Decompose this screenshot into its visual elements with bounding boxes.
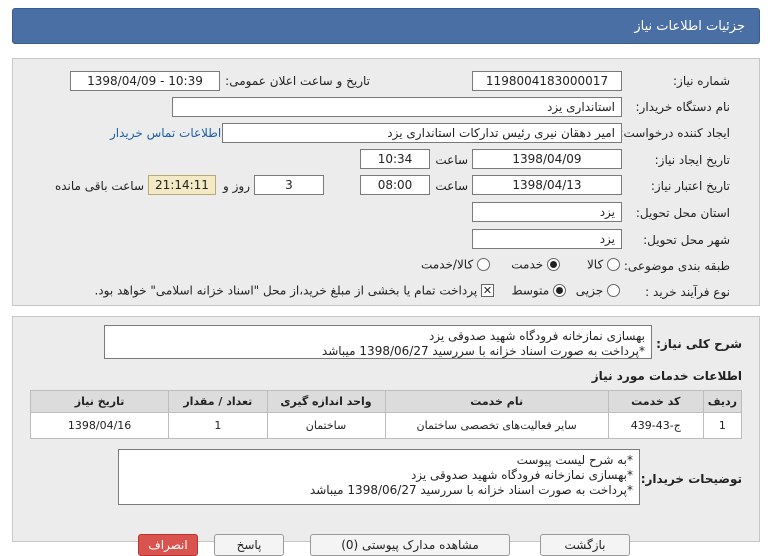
province-field: یزد [472,202,622,222]
buyer-notes-textarea: *به شرح لیست پیوست *بهسازی نمازخانه فرود… [118,449,640,505]
created-time-field: 10:34 [360,149,430,169]
valid-time-label: ساعت [435,179,468,193]
services-header-row: ردیف کد خدمت نام خدمت واحد اندازه گیری ت… [29,390,743,413]
view-attachments-button[interactable]: مشاهده مدارک پیوستی (0) [310,534,510,556]
process-option-minor[interactable]: جزیی [576,283,620,298]
cell-name: سایر فعالیت‌های تخصصی ساختمان [384,412,609,439]
summary-line-2: *پرداخت به صورت اسناد خزانه با سررسید 13… [321,344,645,358]
remaining-days-field: 3 [254,175,324,195]
col-name: نام خدمت [384,390,609,413]
buyer-notes-line-1: *به شرح لیست پیوست [516,453,633,467]
city-field: یزد [472,229,622,249]
announce-field: 1398/04/09 - 10:39 [70,71,220,91]
col-row: ردیف [702,390,743,413]
need-number-field: 1198004183000017 [472,71,622,91]
back-button[interactable]: بازگشت [540,534,630,556]
cell-date: 1398/04/16 [29,412,170,439]
buyer-notes-line-3: *پرداخت به صورت اسناد خزانه با سررسید 13… [309,483,633,497]
radio-goods[interactable] [607,258,620,271]
radio-goods-service[interactable] [477,258,490,271]
province-label: استان محل تحویل: [635,206,730,220]
category-label: طبقه بندی موضوعی: [623,259,730,273]
buyer-label: نام دستگاه خریدار: [635,100,731,114]
col-unit: واحد اندازه گیری [266,390,386,413]
category-option-goods[interactable]: کالا [587,257,620,272]
treasury-checkbox[interactable]: ✕ [481,284,494,297]
city-label: شهر محل تحویل: [643,233,730,247]
process-option-medium-label: متوسط [511,283,550,298]
category-option-service-label: خدمت [511,257,544,272]
summary-textarea: بهسازی نمازخانه فرودگاه شهید صدوقی یزد *… [104,325,652,359]
category-option-goods-label: کالا [586,257,604,272]
radio-medium[interactable] [553,284,566,297]
radio-service[interactable] [547,258,560,271]
col-code: کد خدمت [607,390,704,413]
category-option-service[interactable]: خدمت [511,257,560,272]
treasury-note: پرداخت تمام یا بخشی از مبلغ خرید،از محل … [94,283,478,298]
buyer-contact-link[interactable]: اطلاعات تماس خریدار [110,126,221,140]
buyer-notes-line-2: *بهسازی نمازخانه فرودگاه شهید صدوقی یزد [410,468,633,482]
cell-unit: ساختمان [266,412,386,439]
cell-row: 1 [702,412,743,439]
remaining-time-field: 21:14:11 [148,175,216,195]
valid-date-label: تاریخ اعتبار نیاز: [650,179,730,193]
cell-code: ج-43-439 [607,412,704,439]
created-date-label: تاریخ ایجاد نیاز: [654,153,730,167]
buyer-field: استانداری یزد [172,97,622,117]
summary-line-1: بهسازی نمازخانه فرودگاه شهید صدوقی یزد [428,329,645,343]
need-number-label: شماره نیاز: [673,74,730,88]
summary-label: شرح کلی نیاز: [656,337,742,351]
cell-quantity: 1 [168,412,268,439]
creator-field: امیر دهقان نیری رئیس تدارکات استانداری ی… [222,123,622,143]
valid-time-field: 08:00 [360,175,430,195]
category-option-both-label: کالا/خدمت [420,257,474,272]
col-date: تاریخ نیاز [29,390,170,413]
treasury-checkbox-row[interactable]: ✕ پرداخت تمام یا بخشی از مبلغ خرید،از مح… [94,283,494,298]
process-label: نوع فرآیند خرید : [645,285,730,299]
process-option-minor-label: جزیی [575,283,604,298]
page-title: جزئیات اطلاعات نیاز [634,19,745,34]
cancel-button[interactable]: انصراف [138,534,198,556]
table-row[interactable]: 1 ج-43-439 سایر فعالیت‌های تخصصی ساختمان… [29,412,743,439]
remaining-label: ساعت باقی مانده [54,179,144,193]
process-option-medium[interactable]: متوسط [511,283,566,298]
created-time-label: ساعت [435,153,468,167]
col-quantity: تعداد / مقدار [168,390,268,413]
announce-label: تاریخ و ساعت اعلان عمومی: [225,74,370,88]
services-table: ردیف کد خدمت نام خدمت واحد اندازه گیری ت… [29,390,743,439]
services-title: اطلاعات خدمات مورد نیاز [591,369,742,383]
created-date-field: 1398/04/09 [472,149,622,169]
page-header: جزئیات اطلاعات نیاز [12,8,760,44]
creator-label: ایجاد کننده درخواست: [619,126,730,140]
answer-button[interactable]: پاسخ [214,534,284,556]
buyer-notes-label: توضیحات خریدار: [640,472,742,486]
days-label: روز و [223,179,250,193]
valid-date-field: 1398/04/13 [472,175,622,195]
radio-minor[interactable] [607,284,620,297]
category-option-both[interactable]: کالا/خدمت [421,257,490,272]
